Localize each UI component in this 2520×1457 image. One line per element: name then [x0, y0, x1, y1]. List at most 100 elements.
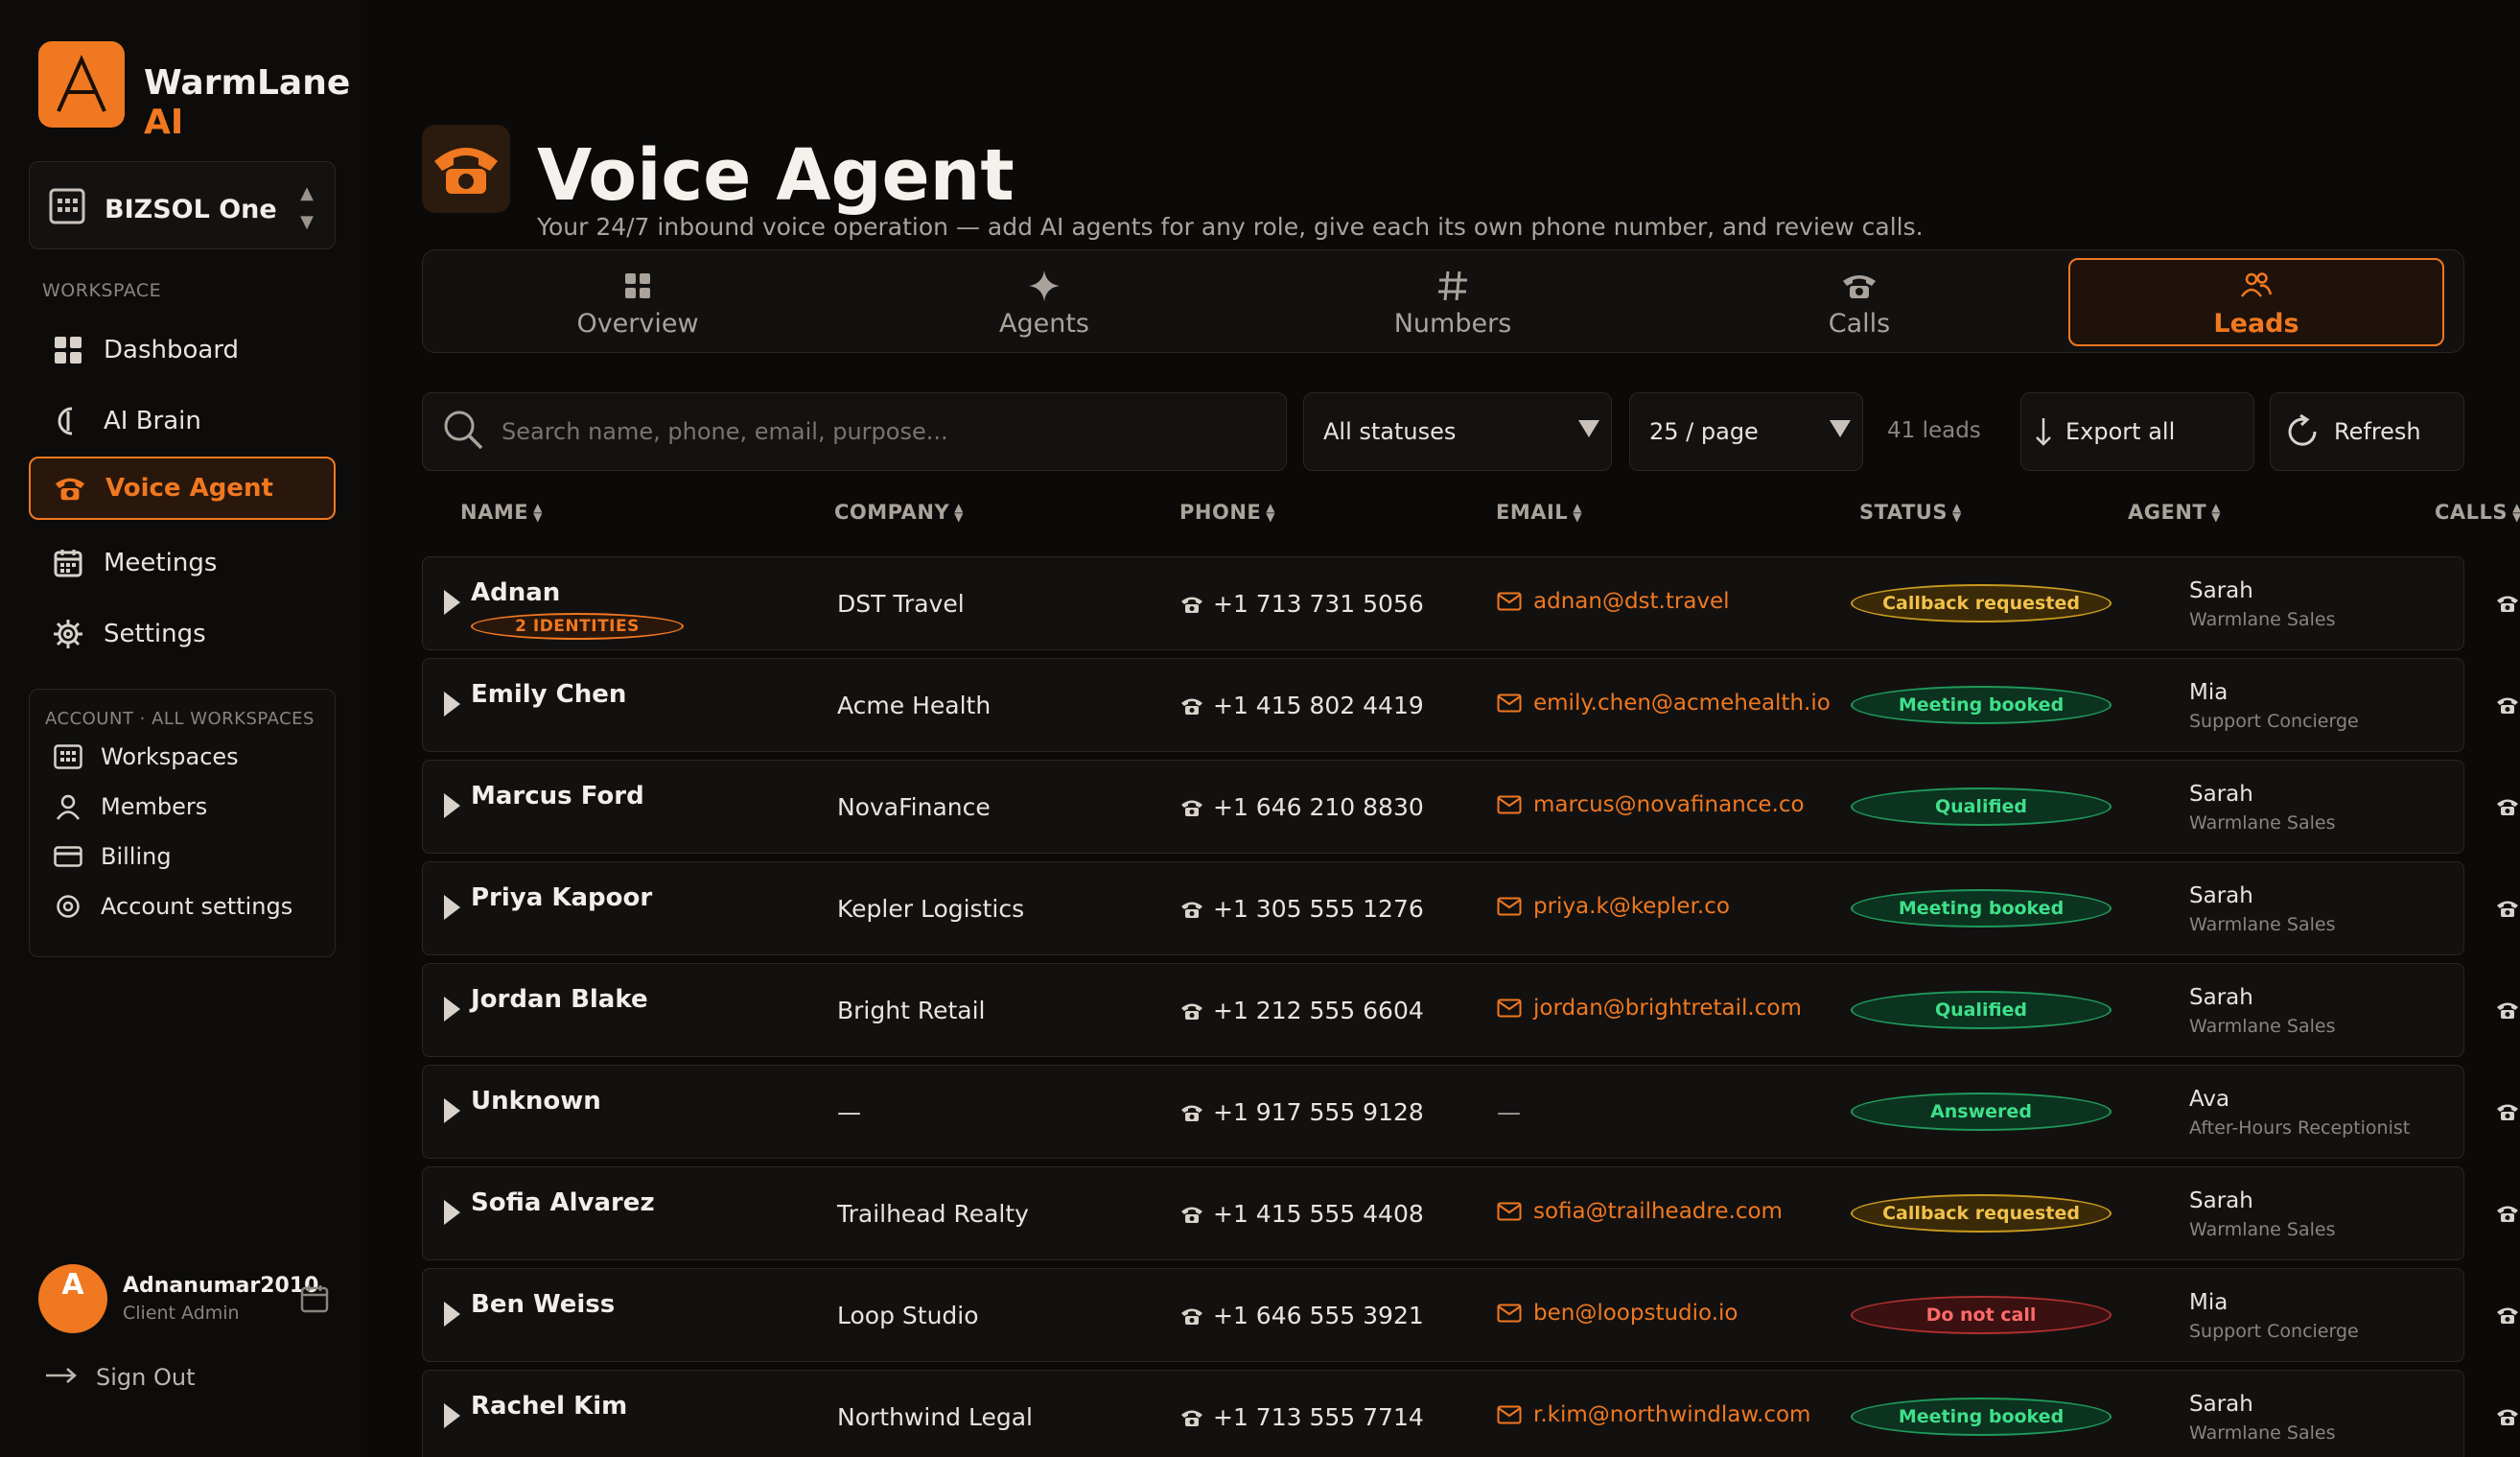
email-link[interactable]: jordan@brightretail.com: [1497, 996, 1802, 1021]
table-row[interactable]: Priya Kapoor Kepler Logistics +1 305 555 1…: [422, 861, 2518, 955]
calls-count: 5: [2496, 997, 2520, 1023]
email-link[interactable]: adnan@dst.travel: [1497, 589, 1730, 614]
expand-caret-icon[interactable]: [444, 1098, 460, 1123]
status-badge: Meeting booked: [1851, 1398, 2112, 1436]
mail-icon: [1497, 693, 1522, 713]
lead-phone: +1 713 555 7714: [1180, 1403, 1424, 1431]
calendar-icon[interactable]: [299, 1283, 330, 1318]
expand-caret-icon[interactable]: [444, 1302, 460, 1327]
lead-name: Unknown: [471, 1087, 601, 1116]
account-item-members[interactable]: Members: [53, 793, 207, 820]
refresh-button[interactable]: Refresh: [2270, 392, 2464, 471]
account-item-workspaces[interactable]: Workspaces: [53, 743, 239, 770]
chevron-updown-icon: ▲ ▼: [300, 183, 314, 232]
sidebar-item-voice-agent[interactable]: Voice Agent: [29, 457, 336, 520]
sparkle-icon: [1028, 267, 1061, 305]
search-box[interactable]: [422, 392, 1287, 471]
expand-caret-icon[interactable]: [444, 692, 460, 717]
lead-company: Trailhead Realty: [837, 1200, 1029, 1228]
expand-caret-icon[interactable]: [444, 1403, 460, 1428]
tab-calls[interactable]: Calls: [1671, 258, 2047, 346]
calls-count: 3: [2496, 692, 2520, 718]
sidebar-item-settings[interactable]: Settings: [29, 602, 336, 666]
expand-caret-icon[interactable]: [444, 590, 460, 615]
column-header-phone[interactable]: PHONE ▲ ▼: [1179, 501, 1275, 524]
table-row[interactable]: Adnan 2 IDENTITIES DST Travel +1 713 731 50…: [422, 556, 2518, 650]
agent-team: Warmlane Sales: [2189, 1219, 2336, 1240]
sidebar-item-ai-brain[interactable]: AI Brain: [29, 389, 336, 453]
sidebar-item-dashboard[interactable]: Dashboard: [29, 318, 336, 382]
table-row[interactable]: Jordan Blake Bright Retail +1 212 555 6604…: [422, 963, 2518, 1057]
table-row[interactable]: Rachel Kim Northwind Legal +1 713 555 7714…: [422, 1370, 2518, 1457]
email-link[interactable]: marcus@novafinance.co: [1497, 792, 1805, 817]
mail-icon: [1497, 1304, 1522, 1323]
page-size-select[interactable]: 25 / page: [1629, 392, 1863, 471]
expand-caret-icon[interactable]: [444, 1200, 460, 1225]
brand-name: WarmLane AI: [144, 63, 351, 142]
column-header-status[interactable]: STATUS ▲ ▼: [1859, 501, 1962, 524]
phone-icon: [54, 472, 86, 505]
sidebar-item-meetings[interactable]: Meetings: [29, 531, 336, 595]
lead-company: Northwind Legal: [837, 1403, 1033, 1431]
workspaces-grid-icon: [53, 744, 83, 769]
card-icon: [53, 846, 83, 867]
phone-icon: [2496, 1102, 2519, 1121]
table-row[interactable]: Emily Chen Acme Health +1 415 802 4419 emil…: [422, 658, 2518, 752]
expand-caret-icon[interactable]: [444, 997, 460, 1022]
account-item-label: Billing: [101, 843, 172, 870]
column-header-name[interactable]: NAME ▲ ▼: [460, 501, 543, 524]
sign-out-button[interactable]: Sign Out: [44, 1364, 196, 1391]
agent-team: Support Concierge: [2189, 711, 2359, 732]
table-row[interactable]: Marcus Ford NovaFinance +1 646 210 8830 mar…: [422, 760, 2518, 854]
tab-agents[interactable]: Agents: [856, 258, 1232, 346]
lead-name: Sofia Alvarez: [471, 1188, 655, 1217]
calls-count: 10: [2496, 590, 2520, 617]
user-role: Client Admin: [123, 1303, 240, 1324]
identities-badge[interactable]: 2 IDENTITIES: [471, 613, 684, 640]
column-header-calls[interactable]: CALLS ▲ ▼: [2435, 501, 2520, 524]
status-filter-select[interactable]: All statuses: [1303, 392, 1612, 471]
table-row[interactable]: Ben Weiss Loop Studio +1 646 555 3921 ben@l…: [422, 1268, 2518, 1362]
export-all-button[interactable]: Export all: [2020, 392, 2254, 471]
column-header-company[interactable]: COMPANY ▲ ▼: [834, 501, 964, 524]
table-row[interactable]: Unknown — +1 917 555 9128 — Answered Ava After…: [422, 1065, 2518, 1159]
column-header-email[interactable]: EMAIL ▲ ▼: [1496, 501, 1582, 524]
email-link[interactable]: priya.k@kepler.co: [1497, 894, 1730, 919]
expand-caret-icon[interactable]: [444, 793, 460, 818]
tab-label: Agents: [999, 308, 1089, 339]
calls-count: 2: [2496, 895, 2520, 922]
account-item-billing[interactable]: Billing: [53, 843, 172, 870]
mail-icon: [1497, 897, 1522, 916]
calls-count: 1: [2496, 1302, 2520, 1328]
lead-company: Loop Studio: [837, 1302, 979, 1329]
email-link[interactable]: emily.chen@acmehealth.io: [1497, 691, 1831, 716]
table-row[interactable]: Sofia Alvarez Trailhead Realty +1 415 555 …: [422, 1166, 2518, 1260]
account-item-settings[interactable]: Account settings: [53, 893, 292, 920]
user-profile[interactable]: A Adnanumar2010 Client Admin: [38, 1264, 345, 1337]
dashboard-grid-icon: [52, 334, 84, 366]
status-filter-value: All statuses: [1323, 418, 1457, 445]
email-link[interactable]: ben@loopstudio.io: [1497, 1301, 1738, 1326]
agent-team: Warmlane Sales: [2189, 609, 2336, 630]
lead-name: Adnan: [471, 578, 561, 607]
agent-team: Warmlane Sales: [2189, 1016, 2336, 1037]
sort-icon: ▲ ▼: [954, 501, 964, 524]
workspace-switcher[interactable]: BIZSOL One ▲ ▼: [29, 161, 336, 249]
email-link[interactable]: r.kim@northwindlaw.com: [1497, 1402, 1810, 1427]
status-badge: Callback requested: [1851, 1194, 2112, 1233]
agent-name: Mia: [2189, 1290, 2228, 1315]
email-link[interactable]: sofia@trailheadre.com: [1497, 1199, 1783, 1224]
sort-icon: ▲ ▼: [2512, 501, 2520, 524]
column-header-agent[interactable]: AGENT ▲ ▼: [2128, 501, 2221, 524]
phone-icon: [1180, 1103, 1203, 1122]
account-section-label: ACCOUNT · ALL WORKSPACES: [45, 709, 315, 729]
lead-company: —: [837, 1098, 861, 1126]
tab-leads[interactable]: Leads: [2068, 258, 2444, 346]
phone-icon: [1180, 696, 1203, 716]
grid-icon: [624, 267, 651, 305]
tab-overview[interactable]: Overview: [450, 258, 826, 346]
search-input[interactable]: [502, 418, 1269, 445]
expand-caret-icon[interactable]: [444, 895, 460, 920]
brand-logo-icon[interactable]: [38, 41, 125, 128]
tab-numbers[interactable]: Numbers: [1265, 258, 1641, 346]
